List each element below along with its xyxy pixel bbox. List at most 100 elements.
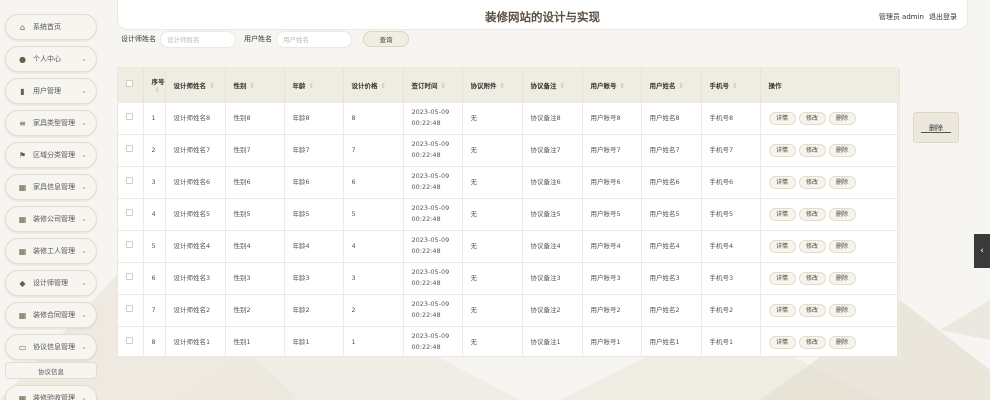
- cell-no: 8: [143, 326, 166, 358]
- row-select-cell[interactable]: [118, 230, 144, 262]
- column-header[interactable]: 用户账号 ⇕: [582, 68, 642, 102]
- row-checkbox[interactable]: [126, 240, 133, 248]
- detail-button[interactable]: 详情: [768, 335, 796, 349]
- sidebar-item-3[interactable]: ▮ 用户管理 ⌄: [5, 78, 97, 104]
- column-header[interactable]: 年龄 ⇕: [284, 68, 344, 102]
- detail-button[interactable]: 详情: [768, 239, 796, 253]
- delete-button[interactable]: 删除: [828, 303, 856, 317]
- delete-button[interactable]: 删除: [828, 239, 856, 253]
- edit-button[interactable]: 修改: [798, 143, 826, 157]
- row-select-cell[interactable]: [118, 326, 144, 358]
- sidebar-item-label: 用户管理: [33, 87, 61, 95]
- row-checkbox[interactable]: [126, 304, 133, 312]
- delete-button[interactable]: 删除: [828, 207, 856, 221]
- logout-link[interactable]: 退出登录: [929, 12, 957, 22]
- row-checkbox[interactable]: [126, 336, 133, 344]
- sort-icon[interactable]: ⇕: [309, 82, 314, 90]
- edit-button[interactable]: 修改: [798, 111, 826, 125]
- query-button[interactable]: 查询: [363, 31, 409, 47]
- column-header-label: 操作: [768, 81, 782, 90]
- sidebar-item-8[interactable]: ▦ 装修工人管理 ⌄: [5, 238, 97, 264]
- cell-phone: 手机号3: [701, 262, 761, 294]
- sort-icon[interactable]: ⇕: [381, 82, 386, 90]
- sidebar-item-5[interactable]: ⚑ 区域分类管理 ⌄: [5, 142, 97, 168]
- user-name-input[interactable]: 用户姓名: [276, 30, 352, 48]
- collapse-panel-tab[interactable]: ‹: [974, 234, 990, 268]
- sort-icon[interactable]: ⇕: [250, 82, 255, 90]
- sidebar-item-12[interactable]: ▦ 装修验收管理 ⌄: [5, 385, 97, 400]
- column-header[interactable]: 协议备注 ⇕: [522, 68, 583, 102]
- sort-icon[interactable]: ⇕: [679, 82, 684, 90]
- delete-button[interactable]: 删除: [828, 111, 856, 125]
- edit-button[interactable]: 修改: [798, 303, 826, 317]
- row-checkbox[interactable]: [126, 208, 133, 216]
- row-select-cell[interactable]: [118, 198, 144, 230]
- row-select-cell[interactable]: [118, 294, 144, 326]
- row-checkbox[interactable]: [126, 112, 133, 120]
- column-header[interactable]: 签订时间 ⇕: [403, 68, 463, 102]
- detail-button[interactable]: 详情: [768, 143, 796, 157]
- delete-button[interactable]: 删除: [828, 175, 856, 189]
- delete-button[interactable]: 删除: [828, 335, 856, 349]
- detail-button[interactable]: 详情: [768, 111, 796, 125]
- detail-button[interactable]: 详情: [768, 175, 796, 189]
- sidebar-item-9[interactable]: ◆ 设计师管理 ⌄: [5, 270, 97, 296]
- edit-button[interactable]: 修改: [798, 271, 826, 285]
- sidebar-item-1[interactable]: ⌂ 系统首页: [5, 14, 97, 40]
- delete-button[interactable]: 删除: [828, 143, 856, 157]
- column-header[interactable]: 协议附件 ⇕: [462, 68, 523, 102]
- row-checkbox[interactable]: [126, 176, 133, 184]
- chevron-down-icon: ⌄: [81, 119, 87, 127]
- row-select-cell[interactable]: [118, 134, 144, 166]
- table-header-row: 序号⇕ 设计师姓名 ⇕ 性别 ⇕ 年龄 ⇕ 设计价格 ⇕ 签订时间 ⇕ 协议附件 ⇕ 协议备注 ⇕ 用户账号 ⇕…: [118, 68, 900, 102]
- sidebar-subitem-protocol-info[interactable]: 协议信息: [5, 362, 97, 379]
- select-all-checkbox[interactable]: [126, 80, 133, 88]
- column-header[interactable]: 设计师姓名 ⇕: [165, 68, 226, 102]
- edit-button[interactable]: 修改: [798, 335, 826, 349]
- select-all-header[interactable]: [118, 68, 144, 102]
- detail-button[interactable]: 详情: [768, 207, 796, 221]
- edit-button[interactable]: 修改: [798, 175, 826, 189]
- edit-button[interactable]: 修改: [798, 207, 826, 221]
- cell-date: 2023-05-09: [411, 172, 450, 180]
- detail-button[interactable]: 详情: [768, 271, 796, 285]
- cell-phone: 手机号2: [701, 294, 761, 326]
- cell-uname: 用户姓名4: [641, 230, 702, 262]
- delete-button[interactable]: 删除: [828, 271, 856, 285]
- cell-time: 00:22:48: [411, 247, 441, 255]
- column-header[interactable]: 设计价格 ⇕: [343, 68, 404, 102]
- sort-icon[interactable]: ⇕: [560, 82, 565, 90]
- sort-icon[interactable]: ⇕: [620, 82, 625, 90]
- column-header[interactable]: 手机号 ⇕: [701, 68, 761, 102]
- column-header[interactable]: 用户姓名 ⇕: [641, 68, 702, 102]
- row-select-cell[interactable]: [118, 166, 144, 198]
- column-header: 操作: [760, 68, 900, 102]
- sidebar-item-4[interactable]: ≡ 家具类型管理 ⌄: [5, 110, 97, 136]
- row-select-cell[interactable]: [118, 262, 144, 294]
- column-header[interactable]: 性别 ⇕: [225, 68, 285, 102]
- batch-delete-button[interactable]: 删除: [913, 112, 959, 143]
- designer-name-input[interactable]: 设计师姓名: [160, 30, 236, 48]
- edit-button[interactable]: 修改: [798, 239, 826, 253]
- sort-icon[interactable]: ⇕: [209, 82, 214, 90]
- row-checkbox[interactable]: [126, 144, 133, 152]
- sort-icon[interactable]: ⇕: [441, 82, 446, 90]
- row-actions: 详情 修改 删除: [760, 198, 900, 230]
- sort-icon[interactable]: ⇕: [155, 86, 160, 94]
- sidebar-item-7[interactable]: ▦ 装修公司管理 ⌄: [5, 206, 97, 232]
- flag-icon: ⚑: [18, 150, 27, 160]
- sidebar-item-11[interactable]: ▭ 协议信息管理 ⌄: [5, 334, 97, 360]
- sidebar-item-2[interactable]: ● 个人中心 ⌄: [5, 46, 97, 72]
- detail-button[interactable]: 详情: [768, 303, 796, 317]
- row-checkbox[interactable]: [126, 272, 133, 280]
- sidebar-item-6[interactable]: ▦ 家具信息管理 ⌄: [5, 174, 97, 200]
- cell-name: 设计师姓名4: [165, 230, 226, 262]
- column-header[interactable]: 序号⇕: [143, 68, 166, 102]
- cell-account: 用户账号1: [582, 326, 642, 358]
- cell-account: 用户账号3: [582, 262, 642, 294]
- sort-icon[interactable]: ⇕: [500, 82, 505, 90]
- row-select-cell[interactable]: [118, 102, 144, 134]
- sort-icon[interactable]: ⇕: [732, 82, 737, 90]
- grid-icon: ▦: [18, 182, 27, 192]
- sidebar-item-10[interactable]: ▦ 装修合同管理 ⌄: [5, 302, 97, 328]
